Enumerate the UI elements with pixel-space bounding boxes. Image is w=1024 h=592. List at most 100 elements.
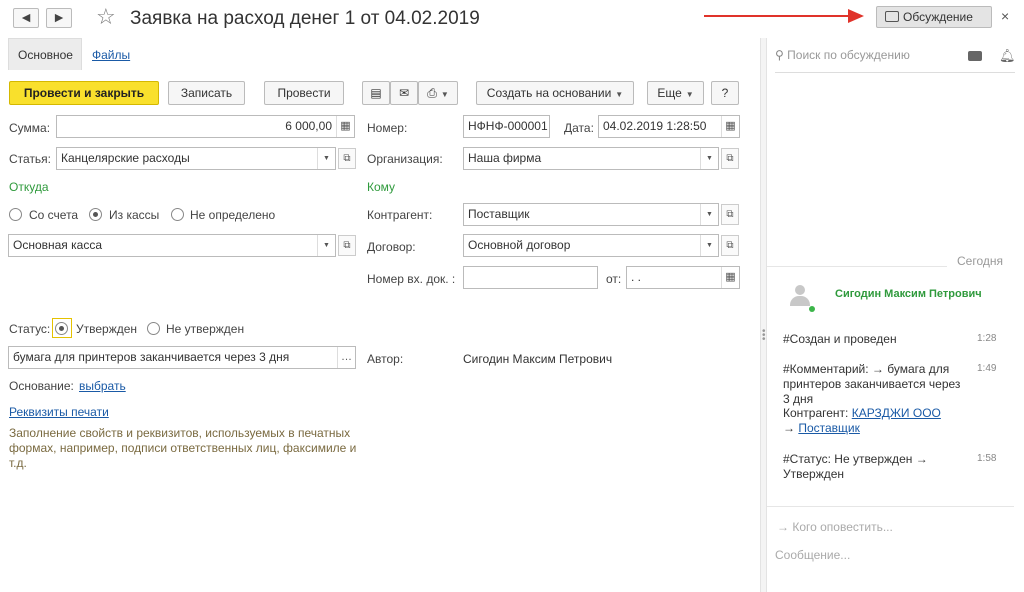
number-field[interactable]: НФНФ-000001 <box>463 115 550 138</box>
incoming-date-label: от: <box>606 272 622 286</box>
save-button[interactable]: Записать <box>168 81 245 105</box>
calendar-icon[interactable]: ▦ <box>721 267 739 288</box>
message-2-counterparty-link[interactable]: КАРЗДЖИ ООО <box>852 406 941 420</box>
to-header: Кому <box>367 180 396 194</box>
radio-from-account-label: Со счета <box>29 208 79 222</box>
message-1-time: 1:28 <box>977 333 997 344</box>
sum-field[interactable]: 6 000,00 ▦ <box>56 115 355 138</box>
radio-from-cash-label: Из кассы <box>109 208 160 222</box>
discussion-button-label: Обсуждение <box>903 10 973 24</box>
tab-files[interactable]: Файлы <box>92 48 130 62</box>
calendar-icon[interactable]: ▦ <box>721 116 739 137</box>
date-field[interactable]: 04.02.2019 1:28:50 ▦ <box>598 115 740 138</box>
incoming-date-field[interactable]: . . ▦ <box>626 266 740 289</box>
basis-label: Основание: <box>9 379 74 393</box>
date-label: Дата: <box>564 121 594 135</box>
tab-main[interactable]: Основное <box>18 48 73 62</box>
post-and-close-button[interactable]: Провести и закрыть <box>9 81 159 105</box>
today-separator <box>767 266 947 267</box>
incoming-number-label: Номер вх. док. : <box>367 272 456 286</box>
cashbox-field[interactable]: Основная касса ▼ <box>8 234 336 257</box>
message-input[interactable]: Сообщение... <box>775 548 850 562</box>
message-2-counterparty-line: Контрагент: КАРЗДЖИ ООО <box>783 406 941 420</box>
close-icon[interactable]: × <box>1001 8 1009 24</box>
more-options-icon[interactable]: … <box>337 347 355 368</box>
radio-status-approved[interactable] <box>55 322 68 335</box>
bell-icon[interactable]: 🔔︎ <box>999 48 1016 64</box>
print-note: Заполнение свойств и реквизитов, использ… <box>9 426 357 470</box>
contract-field[interactable]: Основной договор ▼ <box>463 234 719 257</box>
radio-from-account[interactable] <box>9 208 22 221</box>
notify-placeholder: Кого оповестить... <box>792 520 893 534</box>
open-icon[interactable]: ⧉ <box>338 235 356 256</box>
discussion-button[interactable]: Обсуждение <box>876 6 992 28</box>
discussion-user-name: Сигодин Максим Петрович <box>835 288 982 300</box>
open-icon[interactable]: ⧉ <box>721 235 739 256</box>
search-icon: ⚲ <box>775 48 784 62</box>
envelope-icon[interactable]: ✉ <box>390 81 418 105</box>
back-button[interactable]: ◄ <box>13 8 39 28</box>
incoming-number-field[interactable] <box>463 266 598 289</box>
forward-button[interactable]: ► <box>46 8 72 28</box>
radio-from-cash[interactable] <box>89 208 102 221</box>
report-icon[interactable]: ▤ <box>362 81 390 105</box>
avatar <box>789 285 811 307</box>
message-3-text: #Статус: Не утвержден → Утвержден <box>783 452 928 481</box>
compose-separator <box>767 506 1014 507</box>
print-requisites-link[interactable]: Реквизиты печати <box>9 405 109 419</box>
author-label: Автор: <box>367 352 404 366</box>
annotation-arrow-head <box>848 9 864 23</box>
open-icon[interactable]: ⧉ <box>338 148 356 169</box>
arrow-right-icon: → <box>777 520 789 534</box>
article-field[interactable]: Канцелярские расходы ▼ <box>56 147 336 170</box>
splitter-grip-icon[interactable]: • • • <box>762 327 766 345</box>
from-header: Откуда <box>9 180 49 194</box>
message-2-time: 1:49 <box>977 363 997 374</box>
cashbox-value: Основная касса <box>13 238 103 252</box>
create-based-on-button[interactable]: Создать на основании ▼ <box>476 81 634 105</box>
more-button[interactable]: Еще ▼ <box>647 81 704 105</box>
basis-select-link[interactable]: выбрать <box>79 379 126 393</box>
today-label: Сегодня <box>957 254 1003 268</box>
status-label: Статус: <box>9 322 51 336</box>
message-2-counterparty-label: Контрагент: <box>783 406 849 420</box>
author-value: Сигодин Максим Петрович <box>463 352 613 366</box>
panel-splitter[interactable] <box>760 38 767 592</box>
annotation-arrow <box>704 15 854 17</box>
org-field[interactable]: Наша фирма ▼ <box>463 147 719 170</box>
radio-undefined[interactable] <box>171 208 184 221</box>
message-2-target-link[interactable]: Поставщик <box>798 421 860 435</box>
date-value: 04.02.2019 1:28:50 <box>603 119 707 133</box>
help-button[interactable]: ? <box>711 81 739 105</box>
post-button[interactable]: Провести <box>264 81 344 105</box>
chevron-down-icon[interactable]: ▼ <box>700 235 718 256</box>
sum-value: 6 000,00 <box>285 119 332 133</box>
org-value: Наша фирма <box>468 151 542 165</box>
counterparty-field[interactable]: Поставщик ▼ <box>463 203 719 226</box>
radio-status-not-approved-label: Не утвержден <box>166 322 245 336</box>
contract-value: Основной договор <box>468 238 571 252</box>
radio-undefined-label: Не определено <box>190 208 276 222</box>
message-2-arrow: → <box>783 421 795 435</box>
chevron-down-icon[interactable]: ▼ <box>700 148 718 169</box>
search-placeholder: Поиск по обсуждению <box>787 48 910 62</box>
counterparty-label: Контрагент: <box>367 208 433 222</box>
radio-status-approved-label: Утвержден <box>76 322 138 336</box>
message-1-text: #Создан и проведен <box>783 332 897 346</box>
comment-field[interactable]: бумага для принтеров заканчивается через… <box>8 346 356 369</box>
video-call-icon[interactable] <box>968 51 982 61</box>
message-2-target-line: → Поставщик <box>783 421 860 435</box>
chevron-down-icon[interactable]: ▼ <box>700 204 718 225</box>
open-icon[interactable]: ⧉ <box>721 204 739 225</box>
chevron-down-icon[interactable]: ▼ <box>317 235 335 256</box>
open-icon[interactable]: ⧉ <box>721 148 739 169</box>
chevron-down-icon[interactable]: ▼ <box>317 148 335 169</box>
calculator-icon[interactable]: ▦ <box>336 116 354 137</box>
message-3-time: 1:58 <box>977 453 997 464</box>
article-value: Канцелярские расходы <box>61 151 190 165</box>
notify-input[interactable]: → Кого оповестить... <box>777 520 893 534</box>
print-icon[interactable]: ⎙ ▼ <box>418 81 458 105</box>
radio-status-not-approved[interactable] <box>147 322 160 335</box>
favorite-star-icon[interactable]: ☆ <box>96 6 116 28</box>
counterparty-value: Поставщик <box>468 207 530 221</box>
